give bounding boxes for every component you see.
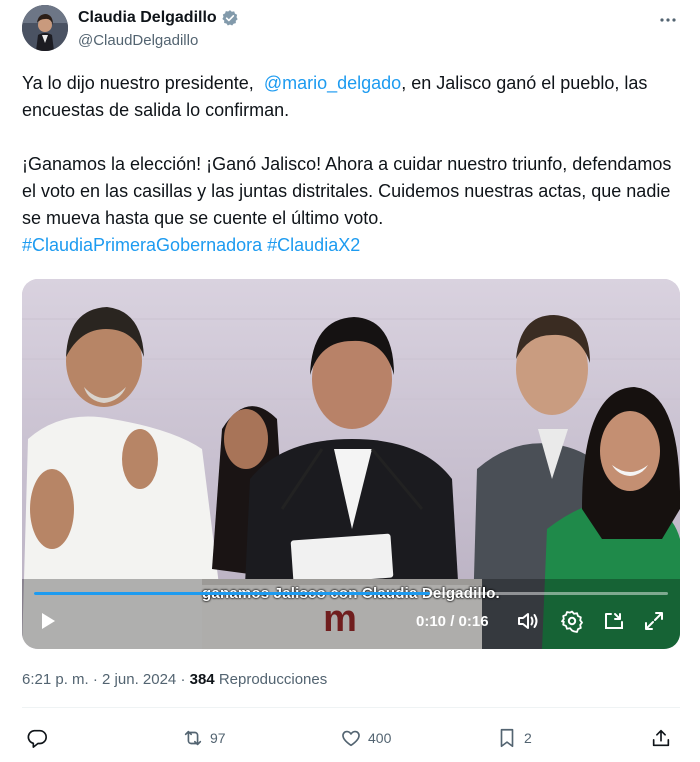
video-player[interactable]: m ganamos Jalisco con Claudia Delgadillo… <box>22 279 680 649</box>
share-button[interactable] <box>650 724 672 752</box>
tweet-time[interactable]: 6:21 p. m. <box>22 671 89 688</box>
settings-gear-icon[interactable] <box>560 609 584 633</box>
share-icon <box>650 727 672 749</box>
retweet-count: 97 <box>210 730 226 746</box>
view-count: 384 <box>189 671 215 688</box>
play-icon[interactable] <box>38 609 58 633</box>
tweet-meta: 6:21 p. m. · 2 jun. 2024 · 384 Reproducc… <box>22 671 328 688</box>
bookmark-count: 2 <box>524 730 532 746</box>
author-name[interactable]: Claudia Delgadillo <box>78 8 239 28</box>
author-handle[interactable]: @ClaudDelgadillo <box>78 31 198 51</box>
video-progress-bar[interactable] <box>34 592 668 595</box>
bookmark-button[interactable]: 2 <box>496 724 532 752</box>
tweet-date[interactable]: 2 jun. 2024 <box>102 671 176 688</box>
more-options-icon[interactable] <box>656 8 680 32</box>
bookmark-icon <box>496 727 518 749</box>
divider <box>22 707 680 708</box>
heart-icon <box>340 727 362 749</box>
tweet-text-intro: Ya lo dijo nuestro presidente, <box>22 73 264 93</box>
video-time: 0:10 / 0:16 <box>416 612 489 630</box>
tweet-text: Ya lo dijo nuestro presidente, @mario_de… <box>22 70 682 259</box>
volume-icon[interactable] <box>516 609 540 633</box>
video-progress-fill <box>34 592 431 595</box>
reply-button[interactable] <box>26 724 48 752</box>
avatar[interactable] <box>22 5 68 51</box>
mention-link[interactable]: @mario_delgado <box>264 73 401 93</box>
fullscreen-icon[interactable] <box>642 609 666 633</box>
verified-badge-icon <box>221 9 239 27</box>
like-count: 400 <box>368 730 392 746</box>
retweet-button[interactable]: 97 <box>182 724 226 752</box>
hashtag-link-1[interactable]: #ClaudiaPrimeraGobernadora <box>22 235 262 255</box>
like-button[interactable]: 400 <box>340 724 391 752</box>
view-label: Reproducciones <box>218 671 328 688</box>
action-bar: 97 400 2 <box>22 724 680 752</box>
hashtags: #ClaudiaPrimeraGobernadora #ClaudiaX2 <box>22 232 682 259</box>
picture-in-picture-icon[interactable] <box>602 609 626 633</box>
author-name-text[interactable]: Claudia Delgadillo <box>78 8 217 28</box>
hashtag-link-2[interactable]: #ClaudiaX2 <box>267 235 360 255</box>
tweet-paragraph-2: ¡Ganamos la elección! ¡Ganó Jalisco! Aho… <box>22 154 672 228</box>
tweet-card: Claudia Delgadillo @ClaudDelgadillo Ya l… <box>0 0 700 762</box>
reply-icon <box>26 727 48 749</box>
retweet-icon <box>182 727 204 749</box>
tweet-paragraph-1: Ya lo dijo nuestro presidente, @mario_de… <box>22 70 682 124</box>
